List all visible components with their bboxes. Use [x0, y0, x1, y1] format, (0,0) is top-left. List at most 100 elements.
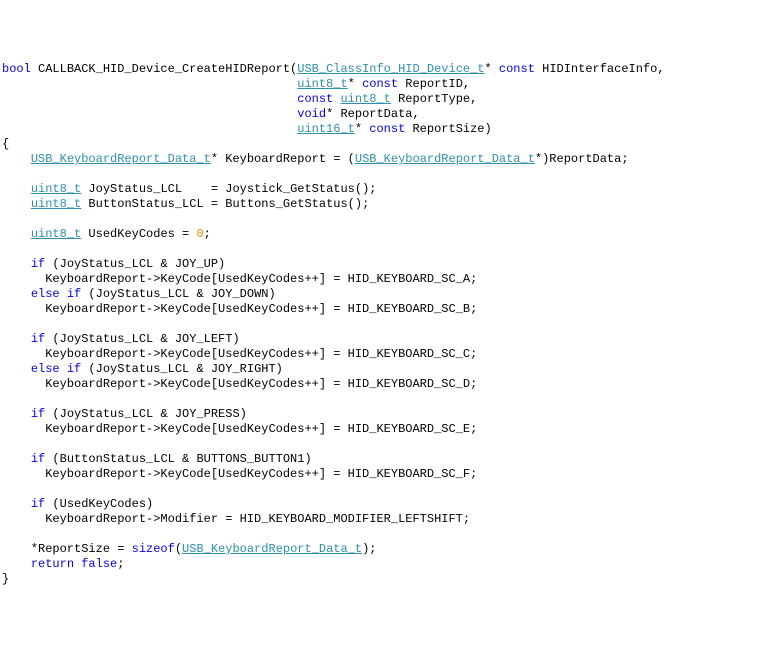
code-line: bool CALLBACK_HID_Device_CreateHIDReport… — [2, 62, 665, 76]
keyword-else: else — [31, 362, 60, 376]
code-text: * — [348, 77, 362, 91]
code-line: USB_KeyboardReport_Data_t* KeyboardRepor… — [2, 152, 629, 166]
type-name: USB_KeyboardReport_Data_t — [355, 152, 535, 166]
code-text: (ButtonStatus_LCL & BUTTONS_BUTTON1) — [45, 452, 311, 466]
code-text: ); — [362, 542, 376, 556]
code-text: ; — [204, 227, 211, 241]
keyword-if: if — [67, 362, 81, 376]
keyword-const: const — [362, 77, 398, 91]
code-line: *ReportSize = sizeof(USB_KeyboardReport_… — [2, 542, 376, 556]
keyword-const: const — [297, 92, 333, 106]
code-line: KeyboardReport->KeyCode[UsedKeyCodes++] … — [2, 467, 477, 481]
code-line: KeyboardReport->KeyCode[UsedKeyCodes++] … — [2, 347, 477, 361]
code-text — [2, 407, 31, 421]
keyword-const: const — [499, 62, 535, 76]
code-line: if (JoyStatus_LCL & JOY_LEFT) — [2, 332, 240, 346]
code-line: uint8_t* const ReportID, — [2, 77, 470, 91]
type-name: uint8_t — [31, 182, 81, 196]
keyword-if: if — [31, 452, 45, 466]
code-text — [60, 362, 67, 376]
keyword-if: if — [67, 287, 81, 301]
code-text — [2, 92, 297, 106]
keyword-if: if — [31, 332, 45, 346]
code-line: { — [2, 137, 9, 151]
number-literal: 0 — [196, 227, 203, 241]
code-text: *ReportSize = — [2, 542, 132, 556]
code-line: KeyboardReport->KeyCode[UsedKeyCodes++] … — [2, 272, 477, 286]
code-text — [2, 122, 297, 136]
code-line: } — [2, 572, 9, 586]
keyword-if: if — [31, 257, 45, 271]
code-text: (JoyStatus_LCL & JOY_PRESS) — [45, 407, 247, 421]
keyword-if: if — [31, 497, 45, 511]
code-line: KeyboardReport->KeyCode[UsedKeyCodes++] … — [2, 302, 477, 316]
keyword-sizeof: sizeof — [132, 542, 175, 556]
code-text: ( — [175, 542, 182, 556]
code-text: (UsedKeyCodes) — [45, 497, 153, 511]
type-name: USB_KeyboardReport_Data_t — [182, 542, 362, 556]
code-text — [2, 497, 31, 511]
type-name: USB_KeyboardReport_Data_t — [31, 152, 211, 166]
code-text: * — [355, 122, 369, 136]
code-text: * — [485, 62, 499, 76]
type-name: USB_ClassInfo_HID_Device_t — [297, 62, 484, 76]
code-text: JoyStatus_LCL = Joystick_GetStatus(); — [81, 182, 376, 196]
code-line: uint8_t ButtonStatus_LCL = Buttons_GetSt… — [2, 197, 369, 211]
code-line: KeyboardReport->KeyCode[UsedKeyCodes++] … — [2, 422, 477, 436]
keyword-if: if — [31, 407, 45, 421]
keyword-return: return — [31, 557, 74, 571]
keyword-const: const — [369, 122, 405, 136]
code-line: if (ButtonStatus_LCL & BUTTONS_BUTTON1) — [2, 452, 312, 466]
code-line: uint8_t JoyStatus_LCL = Joystick_GetStat… — [2, 182, 376, 196]
code-text — [2, 362, 31, 376]
keyword-else: else — [31, 287, 60, 301]
code-text: ; — [117, 557, 124, 571]
code-text: CALLBACK_HID_Device_CreateHIDReport( — [31, 62, 297, 76]
type-name: uint16_t — [297, 122, 355, 136]
code-line: uint8_t UsedKeyCodes = 0; — [2, 227, 211, 241]
code-text: ButtonStatus_LCL = Buttons_GetStatus(); — [81, 197, 369, 211]
code-text — [2, 452, 31, 466]
code-text — [2, 77, 297, 91]
code-text — [2, 227, 31, 241]
code-block: bool CALLBACK_HID_Device_CreateHIDReport… — [2, 62, 761, 587]
code-text: ReportID, — [398, 77, 470, 91]
code-text: * KeyboardReport = ( — [211, 152, 355, 166]
code-line: if (JoyStatus_LCL & JOY_UP) — [2, 257, 225, 271]
code-line: KeyboardReport->Modifier = HID_KEYBOARD_… — [2, 512, 470, 526]
code-line: return false; — [2, 557, 124, 571]
code-text: UsedKeyCodes = — [81, 227, 196, 241]
type-name: uint8_t — [31, 227, 81, 241]
code-text: ReportType, — [391, 92, 477, 106]
code-line: else if (JoyStatus_LCL & JOY_RIGHT) — [2, 362, 283, 376]
code-text — [2, 257, 31, 271]
code-text: HIDInterfaceInfo, — [535, 62, 665, 76]
code-line: KeyboardReport->KeyCode[UsedKeyCodes++] … — [2, 377, 477, 391]
code-text: * ReportData, — [326, 107, 420, 121]
code-line: uint16_t* const ReportSize) — [2, 122, 492, 136]
code-line: const uint8_t ReportType, — [2, 92, 477, 106]
code-text: (JoyStatus_LCL & JOY_DOWN) — [81, 287, 275, 301]
keyword-void: void — [297, 107, 326, 121]
code-text — [2, 287, 31, 301]
code-text — [2, 557, 31, 571]
code-text — [60, 287, 67, 301]
code-text: (JoyStatus_LCL & JOY_RIGHT) — [81, 362, 283, 376]
code-text — [2, 197, 31, 211]
type-name: uint8_t — [31, 197, 81, 211]
type-name: uint8_t — [340, 92, 390, 106]
code-text — [2, 182, 31, 196]
code-text: *)ReportData; — [535, 152, 629, 166]
code-text: ReportSize) — [405, 122, 491, 136]
code-line: else if (JoyStatus_LCL & JOY_DOWN) — [2, 287, 276, 301]
code-text — [2, 332, 31, 346]
code-line: if (JoyStatus_LCL & JOY_PRESS) — [2, 407, 247, 421]
code-line: void* ReportData, — [2, 107, 420, 121]
keyword-bool: bool — [2, 62, 31, 76]
code-text: (JoyStatus_LCL & JOY_LEFT) — [45, 332, 239, 346]
type-name: uint8_t — [297, 77, 347, 91]
code-text: (JoyStatus_LCL & JOY_UP) — [45, 257, 225, 271]
code-text — [2, 107, 297, 121]
code-text — [2, 152, 31, 166]
keyword-false: false — [81, 557, 117, 571]
